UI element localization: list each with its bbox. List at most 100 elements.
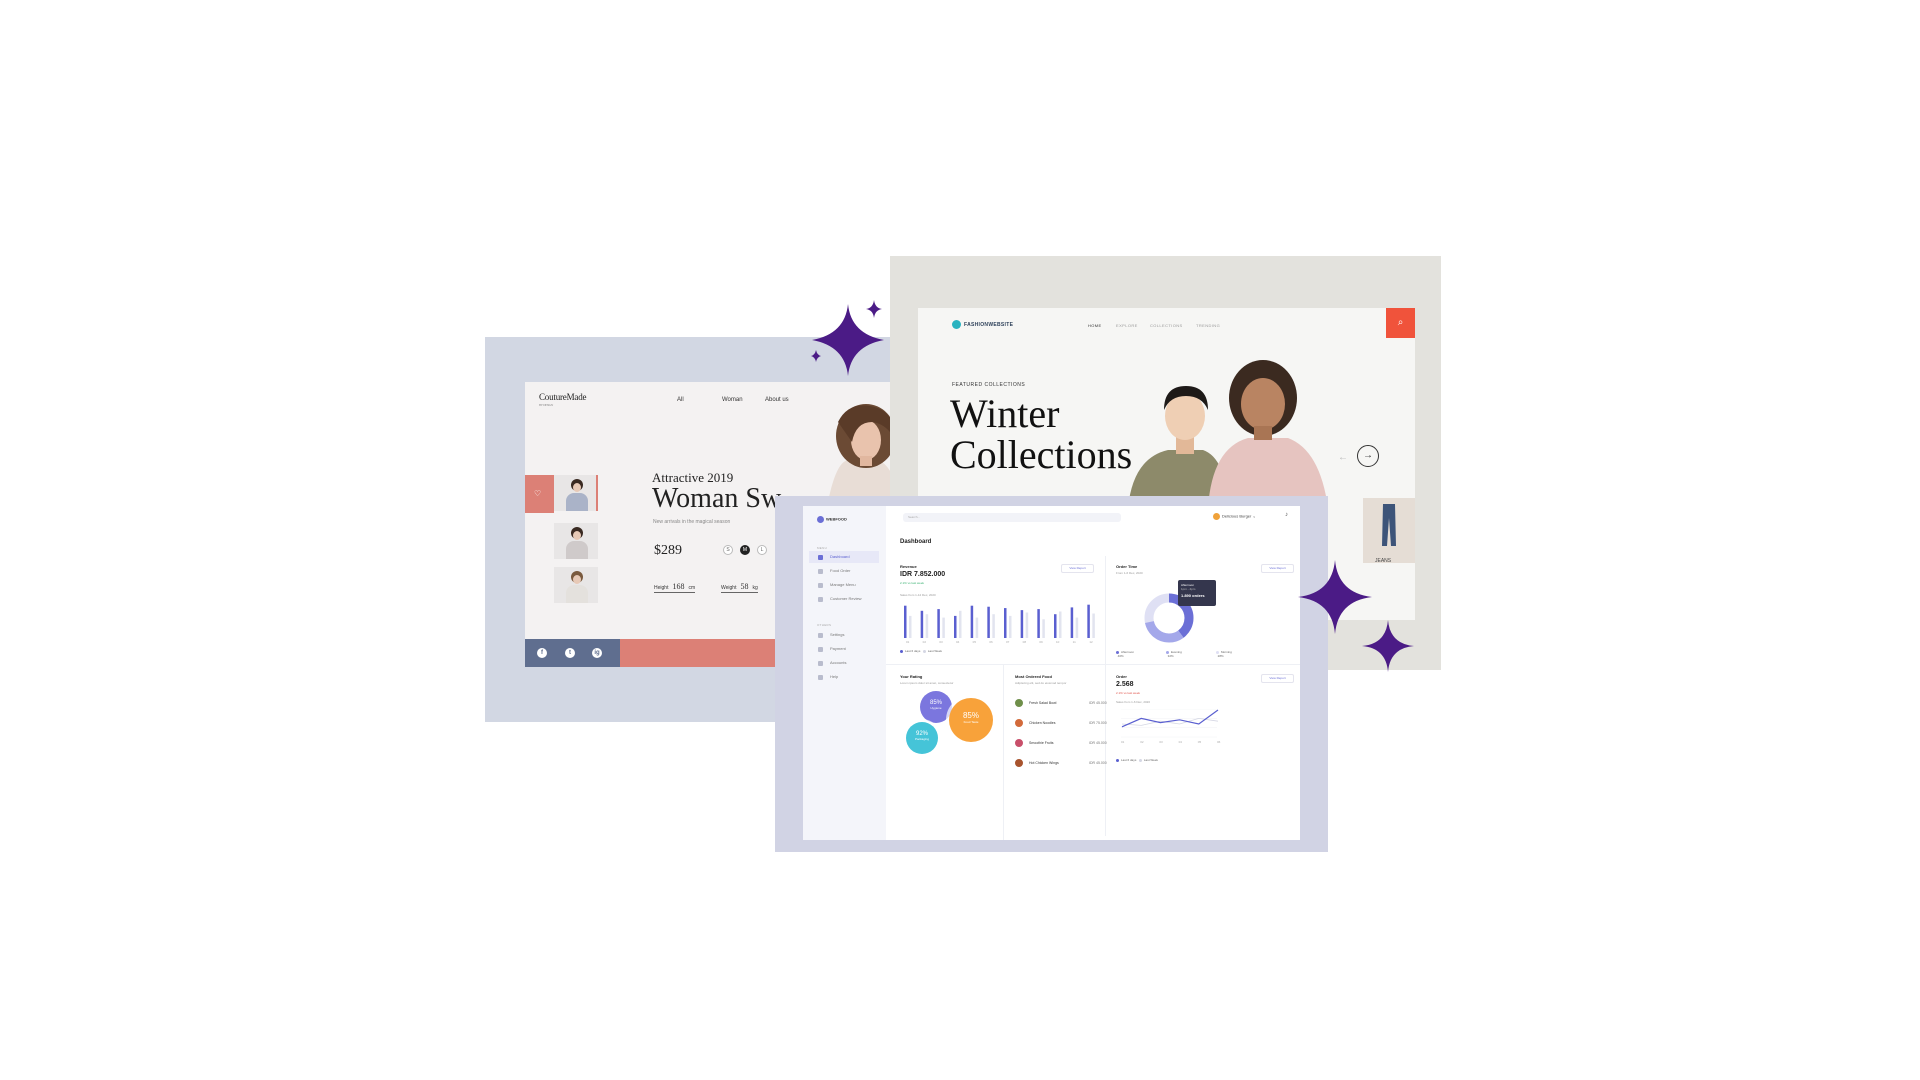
dashboard-preview-card: WEBFOOD MENU Dashboard Food Order Manage… [775,496,1328,852]
x-tick-label: 02 [923,640,927,644]
gear-icon [818,633,823,638]
nav-trending[interactable]: TRENDING [1196,323,1220,328]
menu-group-label: MENU [817,546,828,550]
size-l-button[interactable]: L [757,545,767,555]
sidebar-item-payment[interactable]: Payment [809,643,879,655]
nav-explore[interactable]: EXPLORE [1116,323,1138,328]
order-range: Sales from 1-6 Dec, 2020 [1116,700,1151,704]
revenue-bar [992,614,995,638]
sidebar-item-customer-review[interactable]: Customer Review [809,593,879,605]
user-icon [818,661,823,666]
list-item[interactable]: Fresh Salad Bowl IDR 45.000 [1015,698,1115,708]
size-s-button[interactable]: S [723,545,733,555]
fashion-logo[interactable]: FASHIONWEBSITE [952,320,1013,329]
revenue-value: IDR 7.852.000 [900,571,946,578]
twitter-icon[interactable]: t [565,648,575,658]
order-change: 2.1% vs last week [1116,691,1141,695]
order-view-report-button[interactable]: View Report [1261,674,1294,683]
revenue-bar [1059,611,1062,638]
description: New arrivals in the magical season [653,519,731,525]
sidebar-item-dashboard[interactable]: Dashboard [809,551,879,563]
nav-home[interactable]: HOME [1088,323,1102,328]
revenue-range: Sales from 1-12 Dec, 2020 [900,593,936,597]
arrow-right-icon[interactable]: → [1357,445,1379,467]
food-avatar [1015,739,1023,747]
rating-title: Your Rating [900,674,923,679]
bell-icon[interactable]: ♪ [1285,512,1288,518]
x-tick-label: 03 [939,640,943,644]
nav-about[interactable]: About us [765,397,789,403]
card-icon [818,647,823,652]
dashboard-page: WEBFOOD MENU Dashboard Food Order Manage… [803,506,1300,840]
sidebar-item-help[interactable]: Help [809,671,879,683]
search-icon[interactable]: ⌕ [1386,308,1415,338]
revenue-bar-chart: 01 02 03 04 05 06 07 08 09 10 11 12 [904,604,1095,644]
product-thumb[interactable] [554,475,598,511]
x-tick-label: 05 [1198,740,1202,744]
revenue-bar [1020,610,1024,638]
x-tick-label: 07 [1006,640,1010,644]
couture-logo[interactable]: CoutureMade BY DESIGN [539,392,586,407]
search-input[interactable]: Search... [903,513,1121,522]
list-item[interactable]: Hot Chicken Wings IDR 45.000 [1015,758,1115,768]
sidebar-item-food-order[interactable]: Food Order [809,565,879,577]
instagram-icon[interactable]: ig [592,648,602,658]
food-avatar [1015,719,1023,727]
product-thumb[interactable] [554,523,598,559]
revenue-bar [909,615,912,638]
arrow-left-icon[interactable]: ← [1338,452,1348,463]
list-item[interactable]: Chicken Noodles IDR 75.000 [1015,718,1115,728]
revenue-bar [987,606,990,638]
facebook-icon[interactable]: f [537,648,547,658]
rating-bubble-packaging: 92% Packaging [906,722,938,754]
product-thumb[interactable] [554,567,598,603]
order-legend: Last 6 days Last Week [1116,758,1158,762]
heart-icon[interactable]: ♡ [534,489,544,499]
nav-all[interactable]: All [677,397,684,403]
most-ordered-subtitle: Adipiscing elit, sed do eiusmod tempor [1015,681,1067,685]
nav-woman[interactable]: Woman [722,397,743,403]
order-time-title: Order Time [1116,564,1138,569]
nav-collections[interactable]: COLLECTIONS [1150,323,1183,328]
heading: Woman Sw [652,483,782,514]
dashboard-icon [818,555,823,560]
divider [886,664,1300,665]
revenue-bar [1087,604,1090,638]
logo-icon [817,516,824,523]
revenue-bar [1037,609,1040,638]
kids-photo [1128,360,1328,508]
food-avatar [1015,699,1023,707]
list-item[interactable]: Smoothie Fruits IDR 45.000 [1015,738,1115,748]
revenue-bar [904,605,907,638]
order-time-view-report-button[interactable]: View Report [1261,564,1294,573]
rating-bubble-hygiene: 85% Hygiene [920,691,952,723]
most-ordered-title: Most Ordered Food [1015,674,1052,679]
dashboard-logo[interactable]: WEBFOOD [817,516,847,523]
revenue-bar [1004,608,1007,638]
x-tick-label: 01 [906,640,910,644]
x-tick-label: 02 [1140,740,1144,744]
user-menu[interactable]: Delicious Burger ⌄ [1213,513,1256,520]
food-avatar [1015,759,1023,767]
revenue-bar [970,605,974,638]
product-card[interactable] [1363,498,1415,563]
revenue-bar [937,609,940,638]
order-icon [818,569,823,574]
x-tick-label: 04 [1179,740,1183,744]
revenue-bar [1054,614,1057,638]
revenue-legend: Last 6 days Last Week [900,649,942,653]
help-icon [818,675,823,680]
size-m-button[interactable]: M [740,545,750,555]
sidebar-item-accounts[interactable]: Accounts [809,657,879,669]
sidebar-item-settings[interactable]: Settings [809,629,879,641]
legend-afternoon: Afternoon 40% [1116,650,1135,658]
revenue-bar [942,617,945,638]
sidebar-item-manage-menu[interactable]: Manage Menu [809,579,879,591]
brand-icon [952,320,961,329]
height-field[interactable]: Height 168 cm [654,582,696,593]
page-title: Dashboard [900,539,932,545]
x-tick-label: 04 [956,640,960,644]
weight-field[interactable]: Weight 58 kg [721,582,758,593]
revenue-view-report-button[interactable]: View Report [1061,564,1094,573]
x-tick-label: 12 [1089,640,1093,644]
